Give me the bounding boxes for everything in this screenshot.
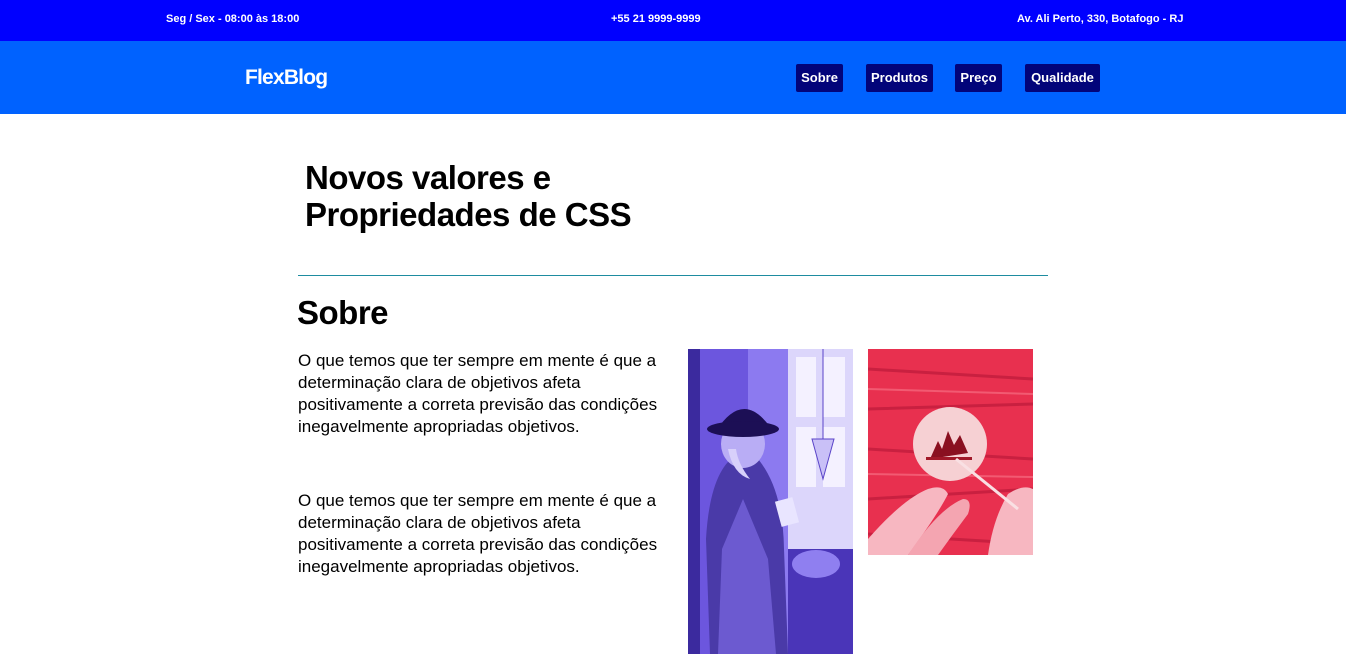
- logo[interactable]: FlexBlog: [245, 66, 328, 90]
- hands-painting-photo: [868, 349, 1033, 555]
- woman-with-hat-photo: [688, 349, 853, 654]
- address: Av. Ali Perto, 330, Botafogo - RJ: [1017, 13, 1184, 25]
- nav-produtos-button[interactable]: Produtos: [866, 64, 933, 92]
- top-info-bar: Seg / Sex - 08:00 às 18:00 +55 21 9999-9…: [0, 0, 1346, 41]
- nav-preco-button[interactable]: Preço: [955, 64, 1002, 92]
- page-title: Novos valores e Propriedades de CSS: [305, 159, 632, 233]
- phone-number: +55 21 9999-9999: [611, 13, 701, 25]
- nav-sobre-button[interactable]: Sobre: [796, 64, 843, 92]
- divider: [298, 275, 1048, 276]
- site-header: FlexBlog Sobre Produtos Preço Qualidade: [0, 41, 1346, 114]
- section-title: Sobre: [297, 294, 389, 331]
- paragraph-1: O que temos que ter sempre em mente é qu…: [298, 351, 658, 436]
- paragraph-2: O que temos que ter sempre em mente é qu…: [298, 491, 658, 576]
- nav-qualidade-button[interactable]: Qualidade: [1025, 64, 1100, 92]
- opening-hours: Seg / Sex - 08:00 às 18:00: [166, 13, 300, 25]
